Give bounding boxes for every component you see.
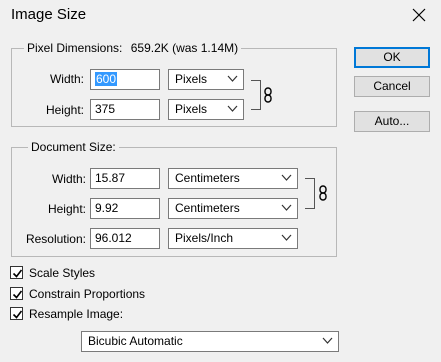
document-height-unit-value: Centimeters [175,201,240,215]
checkmark-icon [12,269,23,278]
chain-link-icon [264,87,272,103]
pixel-width-label: Width: [49,72,84,86]
document-height-input[interactable]: 9.92 [90,198,160,219]
chevron-down-icon [227,75,238,82]
close-icon [412,8,426,22]
pixel-height-unit-select[interactable]: Pixels [168,99,244,120]
scale-styles-checkbox[interactable]: Scale Styles [10,266,100,280]
document-width-unit-value: Centimeters [175,171,240,185]
document-width-unit-select[interactable]: Centimeters [168,168,298,189]
pixel-dimensions-label: Pixel Dimensions: [27,41,123,55]
chevron-down-icon [281,204,292,211]
chevron-down-icon [281,174,292,181]
pixel-link-toggle[interactable] [263,87,273,103]
document-width-input[interactable]: 15.87 [90,168,160,189]
pixel-width-selected-text: 600 [95,72,118,86]
chevron-down-icon [322,337,333,344]
pixel-dimensions-size: 659.2K (was 1.14M) [130,41,239,55]
scale-styles-label: Scale Styles [29,266,96,280]
pixel-height-unit-value: Pixels [175,102,208,116]
chevron-down-icon [281,234,292,241]
dialog-title: Image Size [11,6,87,23]
constrain-proportions-checkbox[interactable]: Constrain Proportions [10,287,160,301]
resample-method-value: Bicubic Automatic [88,334,183,348]
resample-image-label: Resample Image: [29,307,124,321]
resolution-label: Resolution: [25,232,86,246]
checkbox-box [10,287,23,300]
resample-method-select[interactable]: Bicubic Automatic [81,331,339,352]
document-height-label: Height: [47,202,86,216]
pixel-dimensions-legend: Pixel Dimensions: 659.2K (was 1.14M) [24,41,242,55]
auto-button[interactable]: Auto... [354,111,430,132]
checkmark-icon [12,310,23,319]
resolution-input[interactable]: 96.012 [90,228,160,249]
checkbox-box [10,266,23,279]
pixel-width-input[interactable]: 600 [90,69,160,90]
document-width-label: Width: [51,172,86,186]
resolution-unit-value: Pixels/Inch [175,231,234,245]
chevron-down-icon [227,105,238,112]
constrain-proportions-label: Constrain Proportions [29,287,146,301]
checkbox-box [10,307,23,320]
resolution-unit-select[interactable]: Pixels/Inch [168,228,298,249]
document-link-toggle[interactable] [318,185,328,201]
pixel-width-unit-value: Pixels [175,72,208,86]
cancel-button[interactable]: Cancel [354,76,430,97]
pixel-link-bracket [251,80,261,110]
document-link-bracket [305,178,315,209]
document-size-legend: Document Size: [28,140,119,154]
ok-button[interactable]: OK [354,47,430,68]
pixel-height-label: Height: [45,103,84,117]
resample-image-checkbox[interactable]: Resample Image: [10,307,130,321]
pixel-height-input[interactable]: 375 [90,99,160,120]
pixel-width-unit-select[interactable]: Pixels [168,69,244,90]
document-height-unit-select[interactable]: Centimeters [168,198,298,219]
chain-link-icon [319,185,327,201]
checkmark-icon [12,290,23,299]
close-button[interactable] [408,4,430,26]
